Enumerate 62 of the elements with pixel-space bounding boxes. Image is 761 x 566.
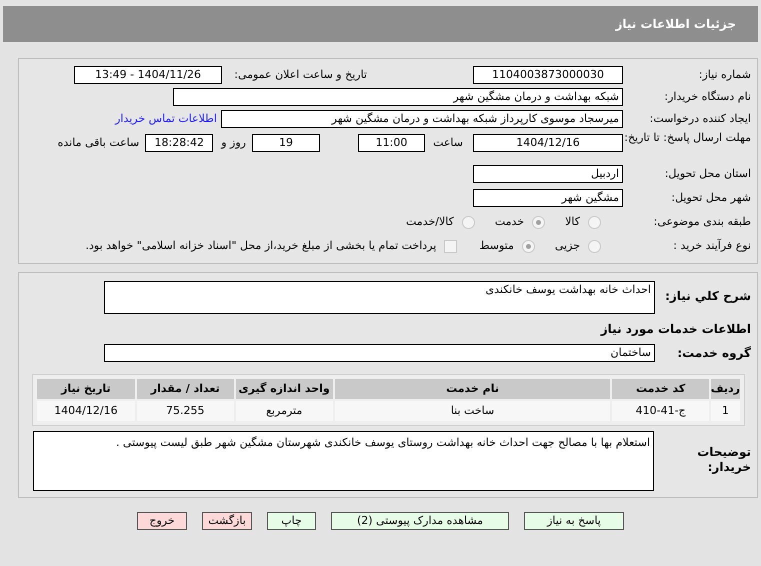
field-label: شهر محل تحویل: — [670, 190, 751, 206]
text-field[interactable]: 1404/12/16 — [473, 134, 623, 152]
text-field[interactable]: اردبیل — [473, 165, 623, 183]
field-label: روز و — [221, 135, 246, 151]
window-title: جزئیات اطلاعات نیاز — [615, 16, 736, 33]
radio-label: کالا — [565, 214, 580, 230]
radio-button[interactable] — [588, 216, 601, 228]
text-field[interactable]: 1404/11/26 - 13:49 — [74, 66, 222, 84]
action-button[interactable]: بازگشت — [202, 512, 252, 530]
column-header: تعداد / مقدار — [136, 379, 234, 399]
action-button[interactable]: چاپ — [267, 512, 316, 530]
action-button[interactable]: پاسخ به نیاز — [524, 512, 624, 530]
table-cell: ساخت بنا — [334, 401, 610, 421]
text-field[interactable]: 19 — [252, 134, 320, 152]
field-label: تاریخ و ساعت اعلان عمومی: — [233, 66, 367, 83]
field-label: گروه خدمت: — [676, 345, 751, 362]
action-button[interactable]: خروج — [137, 512, 187, 530]
table-cell: 1 — [710, 401, 740, 421]
text-field[interactable]: میرسجاد موسوی کارپرداز شبکه بهداشت و درمان مشگین شهر — [221, 110, 623, 128]
field-label: طبقه بندی موضوعی: — [652, 214, 751, 230]
table-cell: ج-41-410 — [612, 401, 709, 421]
column-header: تاریخ نیاز — [37, 379, 135, 399]
text-field[interactable]: 18:28:42 — [145, 134, 214, 152]
checkbox[interactable] — [444, 240, 458, 252]
column-header: کد خدمت — [612, 379, 709, 399]
text-field[interactable]: مشگین شهر — [473, 189, 623, 207]
text-area[interactable]: احداث خانه بهداشت یوسف خانکندی — [104, 281, 655, 314]
radio-button[interactable] — [532, 216, 546, 228]
table-cell: مترمربع — [236, 401, 333, 421]
text-field[interactable]: شبکه بهداشت و درمان مشگین شهر — [173, 88, 623, 106]
field-label: نوع فرآیند خرید : — [672, 238, 751, 254]
radio-label: کالا/خدمت — [406, 214, 454, 230]
field-label: نام دستگاه خریدار: — [663, 88, 751, 105]
text-area-value: احداث خانه بهداشت یوسف خانکندی — [486, 283, 651, 296]
field-label: ایجاد کننده درخواست: — [648, 110, 751, 127]
section-title: اطلاعات خدمات مورد نیاز — [599, 321, 751, 338]
text-area-value: استعلام بها با مصالح جهت احداث خانه بهداشت روستای یوسف خانکندی شهرستان مشگین شهر طبق لیست پیوستی . — [116, 436, 650, 449]
text-field[interactable]: 1104003873000030 — [473, 66, 623, 84]
field-label: ساعت — [432, 135, 463, 151]
radio-label: متوسط — [479, 238, 514, 254]
text-field[interactable]: ساختمان — [104, 344, 655, 362]
radio-label: جزیی — [554, 238, 580, 254]
table-cell: 1404/12/16 — [37, 401, 135, 421]
field-label: استان محل تحویل: — [664, 166, 751, 182]
table-cell: 75.255 — [136, 401, 234, 421]
checkbox-label: پرداخت تمام یا بخشی از مبلغ خرید،از محل "اسناد خزانه اسلامی" خواهد بود. — [86, 238, 436, 254]
radio-button[interactable] — [462, 216, 475, 228]
field-label: شماره نیاز: — [698, 66, 751, 83]
text-field[interactable]: 11:00 — [358, 134, 425, 152]
field-label: مهلت ارسال پاسخ: تا تاریخ: — [623, 131, 751, 144]
action-button[interactable]: مشاهده مدارک پیوستی (2) — [331, 512, 509, 530]
radio-label: خدمت — [494, 214, 524, 230]
field-label: توضیحات خریدار: — [696, 445, 751, 475]
radio-button[interactable] — [588, 240, 601, 252]
field-label: شرح کلي نياز: — [664, 288, 751, 305]
contact-link[interactable]: اطلاعات تماس خریدار — [115, 110, 217, 128]
column-header: ردیف — [710, 379, 740, 399]
text-area[interactable]: استعلام بها با مصالح جهت احداث خانه بهداشت روستای یوسف خانکندی شهرستان مشگین شهر طبق لیست پیوستی . — [33, 431, 654, 491]
column-header: واحد اندازه گیری — [236, 379, 333, 399]
radio-button[interactable] — [522, 240, 535, 252]
column-header: نام خدمت — [334, 379, 610, 399]
field-label: ساعت باقی مانده — [58, 135, 140, 151]
